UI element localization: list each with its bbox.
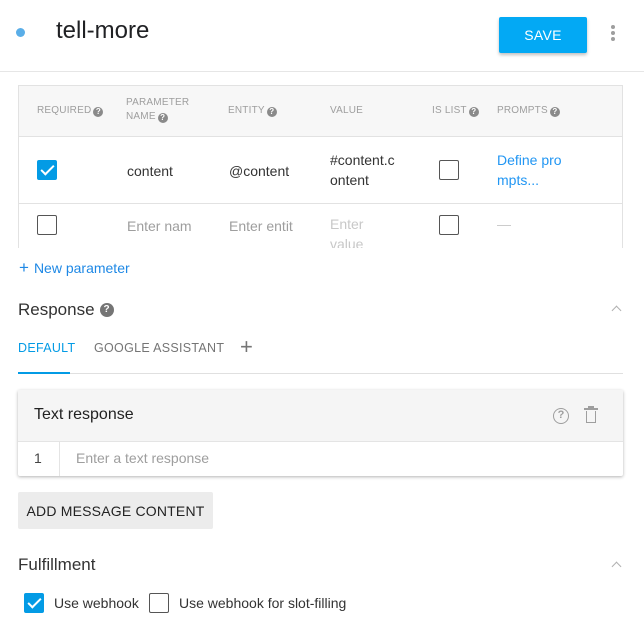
define-prompts-line: mpts...: [497, 172, 540, 188]
col-prompts: PROMPTS?: [497, 104, 560, 118]
tab-default[interactable]: DEFAULT: [18, 341, 75, 355]
response-tabs: DEFAULT GOOGLE ASSISTANT +: [18, 333, 623, 374]
intent-header: tell-more SAVE: [0, 0, 644, 72]
help-circle-icon[interactable]: ?: [266, 107, 277, 117]
col-required: REQUIRED?: [37, 104, 104, 118]
text-response-card: Text response ? 1 Enter a text response: [18, 390, 623, 476]
use-webhook-slot-filling-option[interactable]: Use webhook for slot-filling: [149, 593, 346, 613]
is-list-checkbox[interactable]: [439, 160, 459, 180]
col-prompts-label: PROMPTS: [497, 105, 548, 116]
define-prompts-line: Define pro: [497, 152, 562, 168]
parameter-value-line: #content.c: [330, 152, 395, 168]
new-parameter-label: New parameter: [33, 260, 130, 276]
col-parameter-name-label-2: NAME: [126, 111, 156, 122]
define-prompts-link[interactable]: Define pro mpts...: [497, 150, 587, 190]
parameter-row: content @content #content.c ontent Defin…: [19, 137, 622, 204]
parameter-entity-input[interactable]: Enter entity: [229, 216, 293, 236]
save-button[interactable]: SAVE: [499, 17, 587, 53]
required-checkbox[interactable]: [37, 215, 57, 235]
intent-name[interactable]: tell-more: [56, 17, 149, 45]
text-response-input[interactable]: Enter a text response: [76, 450, 209, 466]
fulfillment-title: Fulfillment: [18, 555, 96, 574]
response-row-number: 1: [18, 442, 60, 476]
required-checkbox[interactable]: [37, 160, 57, 180]
status-dot: [16, 28, 25, 37]
col-is-list: IS LIST?: [432, 104, 479, 118]
add-tab-icon[interactable]: +: [240, 336, 253, 358]
use-webhook-option[interactable]: Use webhook: [24, 593, 139, 613]
use-webhook-slot-filling-label: Use webhook for slot-filling: [179, 595, 347, 611]
is-list-checkbox[interactable]: [439, 215, 459, 235]
trash-icon[interactable]: [584, 406, 598, 424]
parameter-row-new: Enter name Enter entity Enter value —: [19, 204, 622, 248]
help-circle-icon[interactable]: ?: [549, 107, 560, 117]
col-parameter-name: PARAMETER NAME?: [126, 96, 189, 124]
help-circle-icon[interactable]: ?: [99, 303, 114, 317]
use-webhook-checkbox[interactable]: [24, 593, 44, 613]
response-section-title: Response ?: [18, 300, 114, 320]
add-message-content-button[interactable]: ADD MESSAGE CONTENT: [18, 492, 213, 529]
parameters-table-header: REQUIRED? PARAMETER NAME? ENTITY? VALUE …: [19, 86, 622, 137]
help-circle-icon[interactable]: ?: [93, 107, 104, 117]
col-is-list-label: IS LIST: [432, 105, 467, 116]
plus-icon: +: [19, 258, 29, 277]
fulfillment-section-title: Fulfillment: [18, 555, 95, 575]
new-parameter-button[interactable]: + New parameter: [19, 259, 130, 277]
parameter-entity[interactable]: @content: [229, 161, 319, 181]
chevron-up-icon[interactable]: [610, 304, 624, 314]
more-vert-icon[interactable]: [606, 22, 620, 44]
tab-google-assistant[interactable]: GOOGLE ASSISTANT: [94, 341, 224, 355]
col-parameter-name-label-1: PARAMETER: [126, 97, 190, 108]
text-response-title: Text response: [34, 406, 134, 423]
response-title: Response: [18, 300, 95, 319]
parameter-value-line: ontent: [330, 172, 369, 188]
help-circle-icon[interactable]: ?: [468, 107, 479, 117]
help-circle-icon[interactable]: ?: [553, 408, 569, 424]
parameter-value-placeholder: value: [330, 236, 364, 248]
active-tab-indicator: [18, 372, 70, 374]
parameters-table: REQUIRED? PARAMETER NAME? ENTITY? VALUE …: [18, 85, 623, 248]
col-required-label: REQUIRED: [37, 105, 92, 116]
text-response-card-header: Text response ?: [18, 390, 623, 442]
chevron-up-icon[interactable]: [610, 560, 624, 570]
parameter-value-placeholder: Enter: [330, 216, 364, 232]
use-webhook-slot-filling-checkbox[interactable]: [149, 593, 169, 613]
help-circle-icon[interactable]: ?: [157, 113, 168, 123]
parameter-value-input[interactable]: Enter value: [330, 214, 390, 248]
use-webhook-label: Use webhook: [54, 595, 139, 611]
col-value: VALUE: [330, 105, 364, 116]
parameter-name[interactable]: content: [127, 161, 217, 181]
parameter-value[interactable]: #content.c ontent: [330, 150, 405, 190]
parameter-name-input[interactable]: Enter name: [127, 216, 191, 236]
col-entity-label: ENTITY: [228, 105, 265, 116]
col-entity: ENTITY?: [228, 104, 277, 118]
prompts-empty: —: [497, 216, 511, 232]
